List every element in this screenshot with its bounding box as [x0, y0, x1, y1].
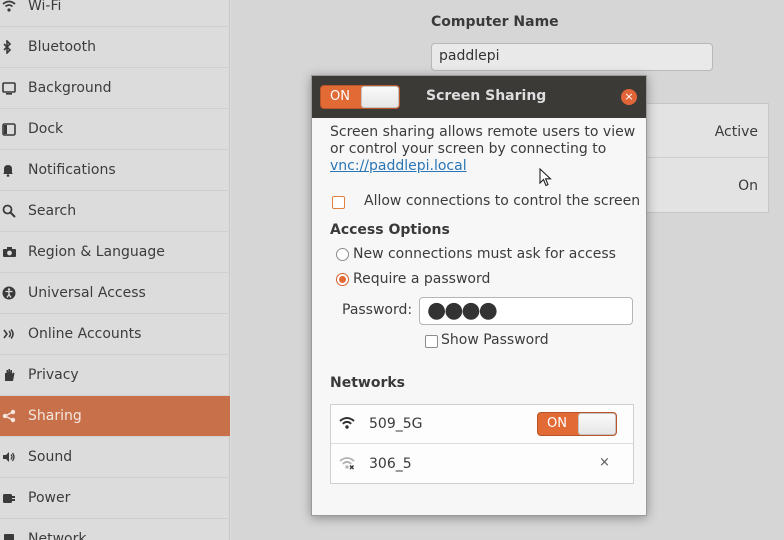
vnc-link[interactable]: vnc://paddlepi.local [330, 158, 467, 174]
sidebar-item-sharing[interactable]: Sharing [0, 396, 230, 437]
networks-list: 509_5G ON 306_5 × [330, 404, 634, 484]
speaker-icon [0, 451, 28, 463]
dialog-description: Screen sharing allows remote users to vi… [330, 124, 640, 175]
password-field[interactable]: ●●●● [419, 297, 633, 325]
screen-sharing-toggle[interactable]: ON [320, 85, 400, 109]
sidebar-item-region-language[interactable]: Region & Language [0, 232, 230, 273]
toggle-knob [578, 413, 616, 435]
sidebar-item-label: Dock [28, 121, 64, 137]
network-sharing-toggle[interactable]: ON [537, 412, 617, 436]
power-icon [0, 491, 28, 505]
networks-heading: Networks [330, 375, 406, 391]
network-icon [0, 532, 28, 540]
network-name: 509_5G [369, 416, 423, 432]
radio-ask-access[interactable] [336, 248, 349, 261]
background-icon [0, 81, 28, 95]
online-accounts-icon [0, 327, 28, 341]
settings-sidebar: Wi-Fi Bluetooth Background Dock Notifica… [0, 0, 230, 540]
toggle-on-label: ON [547, 416, 567, 431]
sidebar-item-sound[interactable]: Sound [0, 437, 230, 478]
dialog-header: ON Screen Sharing × [312, 76, 646, 118]
sidebar-item-wifi[interactable]: Wi-Fi [0, 0, 230, 27]
wifi-icon [339, 416, 355, 433]
password-label: Password: [342, 302, 413, 318]
share-icon [0, 409, 28, 423]
sidebar-item-label: Sharing [28, 408, 82, 424]
mouse-cursor-icon [539, 168, 552, 187]
sidebar-item-label: Background [28, 80, 112, 96]
network-row: 306_5 × [331, 445, 633, 484]
computer-name-input[interactable]: paddlepi [431, 43, 713, 71]
accessibility-icon [0, 286, 28, 300]
sidebar-item-label: Notifications [28, 162, 116, 178]
sidebar-item-notifications[interactable]: Notifications [0, 150, 230, 191]
wifi-disconnected-icon [339, 456, 355, 474]
sidebar-item-label: Power [28, 490, 71, 506]
toggle-knob [361, 86, 399, 108]
service-status: Active [714, 124, 758, 140]
description-text: Screen sharing allows remote users to vi… [330, 124, 636, 157]
hand-icon [0, 368, 28, 382]
screen-sharing-dialog: ON Screen Sharing × Screen sharing allow… [311, 75, 647, 516]
sidebar-item-dock[interactable]: Dock [0, 109, 230, 150]
remove-network-icon[interactable]: × [599, 455, 610, 470]
sidebar-item-bluetooth[interactable]: Bluetooth [0, 27, 230, 68]
sidebar-item-search[interactable]: Search [0, 191, 230, 232]
sidebar-item-universal-access[interactable]: Universal Access [0, 273, 230, 314]
sidebar-item-label: Network [28, 531, 87, 540]
network-row: 509_5G ON [331, 405, 633, 444]
sidebar-item-network[interactable]: Network [0, 519, 230, 540]
radio-require-password-label[interactable]: Require a password [353, 271, 490, 287]
dock-icon [0, 122, 28, 136]
show-password-label[interactable]: Show Password [441, 332, 549, 348]
sidebar-item-label: Privacy [28, 367, 79, 383]
sidebar-item-label: Region & Language [28, 244, 165, 260]
sidebar-item-label: Sound [28, 449, 73, 465]
allow-control-label[interactable]: Allow connections to control the screen [364, 193, 640, 209]
sidebar-item-power[interactable]: Power [0, 478, 230, 519]
sidebar-item-label: Search [28, 203, 77, 219]
camera-icon [0, 246, 28, 258]
close-icon[interactable]: × [621, 89, 637, 105]
sidebar-item-privacy[interactable]: Privacy [0, 355, 230, 396]
allow-control-checkbox[interactable] [332, 196, 345, 209]
bluetooth-icon [0, 40, 28, 54]
sidebar-item-background[interactable]: Background [0, 68, 230, 109]
computer-name-label: Computer Name [431, 14, 559, 30]
search-icon [0, 204, 28, 218]
radio-require-password[interactable] [336, 273, 349, 286]
sidebar-item-online-accounts[interactable]: Online Accounts [0, 314, 230, 355]
sidebar-item-label: Wi-Fi [28, 0, 62, 14]
wifi-icon [0, 0, 28, 12]
dialog-title: Screen Sharing [426, 88, 547, 104]
sidebar-item-label: Universal Access [28, 285, 146, 301]
radio-ask-access-label[interactable]: New connections must ask for access [353, 246, 616, 262]
service-status: On [738, 178, 758, 194]
show-password-checkbox[interactable] [425, 335, 438, 348]
network-name: 306_5 [369, 456, 412, 472]
sidebar-item-label: Online Accounts [28, 326, 142, 342]
toggle-on-label: ON [330, 89, 350, 104]
sidebar-item-label: Bluetooth [28, 39, 96, 55]
access-options-heading: Access Options [330, 222, 450, 238]
bell-icon [0, 163, 28, 177]
